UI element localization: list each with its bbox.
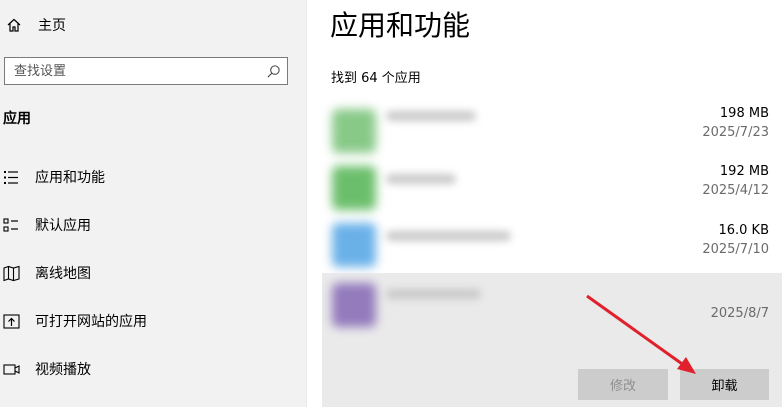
page-title: 应用和功能: [330, 9, 471, 42]
app-icon: [332, 109, 376, 153]
app-name-blurred: [386, 174, 456, 184]
app-size: 16.0 KB: [718, 223, 769, 238]
list-item[interactable]: 198 MB 2025/7/23: [322, 103, 782, 160]
section-title: 应用: [3, 111, 31, 127]
app-icon: [332, 223, 376, 267]
map-icon: [3, 265, 20, 281]
video-icon: [3, 363, 20, 375]
uninstall-button[interactable]: 卸载: [680, 369, 769, 400]
home-link[interactable]: 主页: [6, 14, 66, 36]
app-size: 192 MB: [719, 164, 769, 179]
app-date: 2025/7/10: [702, 242, 769, 257]
app-name-blurred: [386, 111, 476, 121]
sidebar-item-default-apps[interactable]: 默认应用: [0, 205, 306, 245]
apps-count-text: 找到 64 个应用: [331, 71, 421, 86]
default-apps-icon: [3, 217, 18, 232]
app-icon: [332, 283, 376, 327]
sidebar-item-label: 离线地图: [35, 266, 91, 282]
sidebar: 主页 应用 应用和功能 默认应用 离线地图: [0, 0, 307, 407]
app-icon: [332, 166, 376, 210]
home-icon: [7, 18, 21, 32]
sidebar-item-apps-features[interactable]: 应用和功能: [0, 157, 306, 197]
open-web-icon: [3, 313, 20, 329]
sidebar-item-apps-for-websites[interactable]: 可打开网站的应用: [0, 301, 306, 341]
sidebar-item-label: 应用和功能: [35, 170, 105, 186]
sidebar-item-label: 可打开网站的应用: [35, 314, 147, 330]
list-item[interactable]: 192 MB 2025/4/12: [322, 160, 782, 217]
sidebar-item-label: 视频播放: [35, 362, 91, 378]
app-name-blurred: [386, 289, 481, 299]
sidebar-item-video-playback[interactable]: 视频播放: [0, 349, 306, 389]
app-date: 2025/4/12: [702, 183, 769, 198]
sidebar-item-offline-maps[interactable]: 离线地图: [0, 253, 306, 293]
app-date: 2025/8/7: [710, 306, 769, 321]
search-icon[interactable]: [266, 64, 281, 79]
sidebar-item-label: 默认应用: [35, 218, 91, 234]
app-size: 198 MB: [719, 106, 769, 121]
list-item[interactable]: 16.0 KB 2025/7/10: [322, 217, 782, 274]
home-label: 主页: [38, 18, 66, 34]
app-name-blurred: [386, 231, 511, 241]
app-date: 2025/7/23: [702, 125, 769, 140]
settings-search-box[interactable]: [4, 57, 288, 85]
search-input[interactable]: [14, 62, 254, 80]
apps-list-icon: [4, 170, 18, 184]
modify-button[interactable]: 修改: [578, 369, 668, 400]
